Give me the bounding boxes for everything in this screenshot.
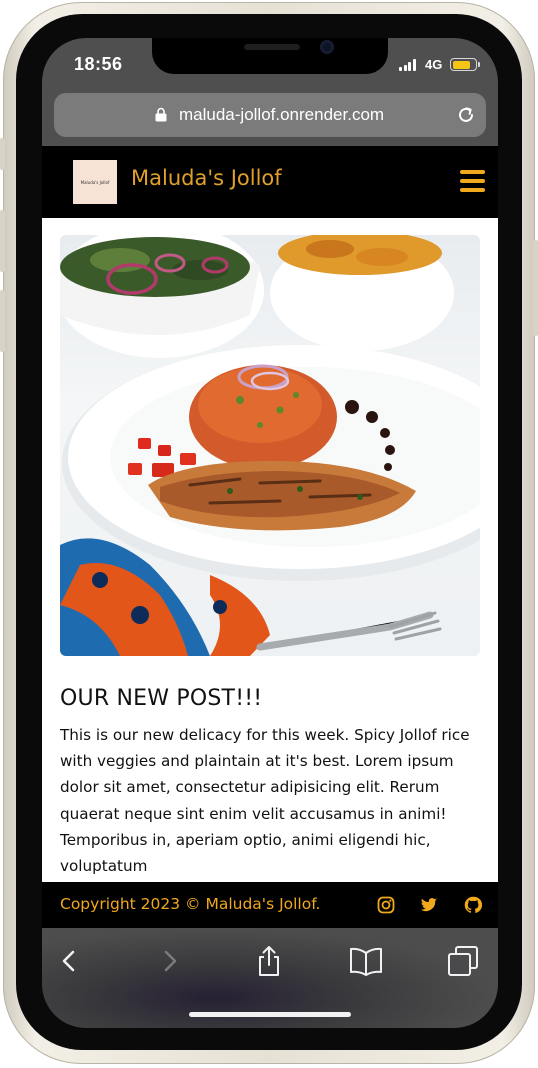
twitter-icon[interactable] [420,896,438,914]
instagram-icon[interactable] [377,896,395,914]
volume-up-button [0,210,5,272]
browser-address-area: maluda-jollof.onrender.com [42,90,498,146]
main-content: OUR NEW POST!!! This is our new delicacy… [42,218,498,882]
jollof-dish-image [60,235,480,656]
hamburger-menu-icon[interactable] [460,170,485,192]
home-indicator[interactable] [189,1012,351,1017]
address-bar[interactable]: maluda-jollof.onrender.com [54,93,486,137]
forward-icon[interactable] [153,944,187,978]
tabs-icon[interactable] [446,944,480,978]
back-icon[interactable] [52,944,86,978]
github-icon[interactable] [464,896,482,914]
signal-icon [399,59,417,71]
volume-down-button [0,290,5,352]
front-camera [320,40,334,54]
site-logo[interactable]: Maluda's Jollof [73,160,117,204]
site-brand[interactable]: Maluda's Jollof [131,166,282,190]
share-icon[interactable] [252,944,286,978]
phone-screen: 18:56 4G maluda-jollof.onrender.com Malu… [42,38,498,1028]
network-type: 4G [425,57,443,72]
site-footer: Copyright 2023 © Maluda's Jollof. [42,882,498,928]
post-body: This is our new delicacy for this week. … [60,726,470,876]
logo-text: Maluda's Jollof [80,179,110,185]
battery-fill [452,60,471,69]
status-time: 18:56 [74,54,123,74]
mute-switch [0,138,5,170]
reload-icon[interactable] [456,105,476,125]
url-text: maluda-jollof.onrender.com [179,105,385,124]
copyright-text: Copyright 2023 © Maluda's Jollof. [60,895,321,913]
power-button [533,240,538,336]
bookmarks-icon[interactable] [349,944,383,978]
lock-icon [155,107,167,122]
notch [152,38,388,74]
battery-icon [450,58,480,71]
earpiece-speaker [244,44,300,50]
site-navbar: Maluda's Jollof Maluda's Jollof [42,146,498,218]
browser-toolbar [42,928,498,1028]
post-title: OUR NEW POST!!! [60,686,263,711]
status-bar: 18:56 4G [42,38,498,90]
